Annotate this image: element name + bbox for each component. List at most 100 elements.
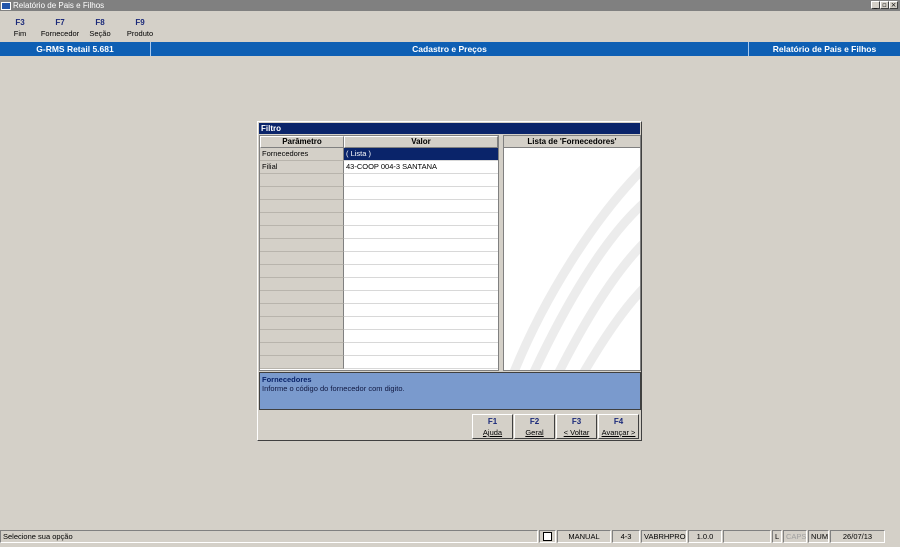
button-label: Avançar > [601, 428, 636, 437]
param-cell [260, 200, 344, 213]
avancar-button[interactable]: F4 Avançar > [598, 414, 639, 439]
param-cell: Fornecedores [260, 148, 344, 161]
param-cell [260, 278, 344, 291]
table-row[interactable] [260, 343, 498, 356]
table-row[interactable] [260, 317, 498, 330]
table-row[interactable] [260, 239, 498, 252]
function-toolbar: F3 Fim F7 Fornecedor F8 Seção F9 Produto [0, 11, 900, 41]
help-text: Informe o código do fornecedor com digit… [262, 384, 405, 393]
value-cell[interactable] [344, 278, 498, 291]
param-cell [260, 239, 344, 252]
toolbar-key: F3 [15, 18, 25, 27]
toolbar-label: Produto [126, 29, 154, 38]
value-cell[interactable] [344, 226, 498, 239]
report-title: Relatório de Pais e Filhos [772, 44, 877, 54]
toolbar-fim-button[interactable]: F3 Fim [0, 11, 40, 41]
value-cell[interactable] [344, 213, 498, 226]
window-title: Relatório de Pais e Filhos [13, 1, 105, 10]
toolbar-key: F9 [135, 18, 145, 27]
voltar-button[interactable]: F3 < Voltar [556, 414, 597, 439]
table-row[interactable] [260, 174, 498, 187]
status-blank [723, 530, 771, 543]
toolbar-fornecedor-button[interactable]: F7 Fornecedor [40, 11, 80, 41]
status-mode: MANUAL [557, 530, 611, 543]
value-cell[interactable] [344, 174, 498, 187]
minimize-button[interactable]: _ [871, 1, 880, 9]
param-cell [260, 356, 344, 369]
value-cell[interactable]: 43-COOP 004-3 SANTANA [344, 161, 498, 174]
toolbar-secao-button[interactable]: F8 Seção [80, 11, 120, 41]
value-cell[interactable] [344, 291, 498, 304]
toolbar-label: Seção [89, 29, 111, 38]
table-row[interactable]: Fornecedores( Lista ) [260, 148, 498, 161]
value-cell[interactable] [344, 252, 498, 265]
value-cell[interactable] [344, 239, 498, 252]
help-title: Fornecedores [262, 375, 312, 384]
table-row[interactable] [260, 304, 498, 317]
help-panel: Fornecedores Informe o código do fornece… [259, 372, 641, 410]
button-key: F3 [571, 417, 582, 426]
list-title: Lista de 'Fornecedores' [504, 136, 640, 148]
button-label: Geral [525, 428, 544, 437]
value-cell[interactable] [344, 330, 498, 343]
button-label: Ajuda [482, 428, 503, 437]
table-row[interactable] [260, 187, 498, 200]
param-cell [260, 226, 344, 239]
dialog-buttons: F1 Ajuda F2 Geral F3 < Voltar F4 Avançar… [472, 414, 640, 439]
dialog-title: Filtro [259, 123, 640, 134]
toolbar-label: Fornecedor [40, 29, 80, 38]
table-row[interactable]: Filial 43-COOP 004-3 SANTANA [260, 161, 498, 174]
toolbar-produto-button[interactable]: F9 Produto [120, 11, 160, 41]
button-key: F2 [529, 417, 540, 426]
param-cell [260, 213, 344, 226]
value-cell[interactable] [344, 265, 498, 278]
status-code: 4-3 [612, 530, 640, 543]
app-version: G-RMS Retail 5.681 [0, 42, 151, 56]
table-row[interactable] [260, 252, 498, 265]
grid-rows: Fornecedores( Lista ) Filial 43-COOP 004-3… [260, 148, 498, 369]
value-cell[interactable]: ( Lista ) [344, 148, 498, 161]
title-bar: Relatório de Pais e Filhos _ ▫ × [0, 0, 900, 11]
value-cell[interactable] [344, 356, 498, 369]
param-cell [260, 187, 344, 200]
table-row[interactable] [260, 226, 498, 239]
document-icon [539, 530, 556, 543]
param-cell [260, 317, 344, 330]
table-row[interactable] [260, 200, 498, 213]
restore-button[interactable]: ▫ [880, 1, 889, 9]
header-bar: G-RMS Retail 5.681 Cadastro e Preços Rel… [0, 42, 900, 56]
toolbar-key: F8 [95, 18, 105, 27]
column-header-param: Parâmetro [260, 136, 344, 148]
value-cell[interactable] [344, 200, 498, 213]
value-cell[interactable] [344, 304, 498, 317]
value-cell[interactable] [344, 187, 498, 200]
param-cell [260, 304, 344, 317]
param-cell [260, 265, 344, 278]
fornecedores-list[interactable]: Lista de 'Fornecedores' [503, 135, 641, 371]
close-button[interactable]: × [889, 1, 898, 9]
status-message: Selecione sua opção [0, 530, 538, 543]
status-bar: Selecione sua opção MANUAL 4-3 VABRHPRO … [0, 529, 900, 544]
table-row[interactable] [260, 291, 498, 304]
window-controls: _ ▫ × [871, 1, 898, 9]
param-cell [260, 291, 344, 304]
grid-divider [499, 135, 502, 371]
value-cell[interactable] [344, 343, 498, 356]
button-key: F4 [613, 417, 624, 426]
value-cell[interactable] [344, 317, 498, 330]
table-row[interactable] [260, 278, 498, 291]
table-row[interactable] [260, 213, 498, 226]
param-cell [260, 330, 344, 343]
ajuda-button[interactable]: F1 Ajuda [472, 414, 513, 439]
toolbar-key: F7 [55, 18, 65, 27]
status-date: 26/07/13 [830, 530, 885, 543]
button-label: < Voltar [563, 428, 590, 437]
table-row[interactable] [260, 265, 498, 278]
geral-button[interactable]: F2 Geral [514, 414, 555, 439]
parameter-grid: Parâmetro Valor Fornecedores( Lista ) Fil… [259, 135, 499, 371]
toolbar-label: Fim [13, 29, 27, 38]
table-row[interactable] [260, 356, 498, 369]
watermark-graphic [509, 165, 640, 370]
filter-dialog: Filtro Parâmetro Valor Fornecedores( Lis… [257, 121, 642, 441]
table-row[interactable] [260, 330, 498, 343]
